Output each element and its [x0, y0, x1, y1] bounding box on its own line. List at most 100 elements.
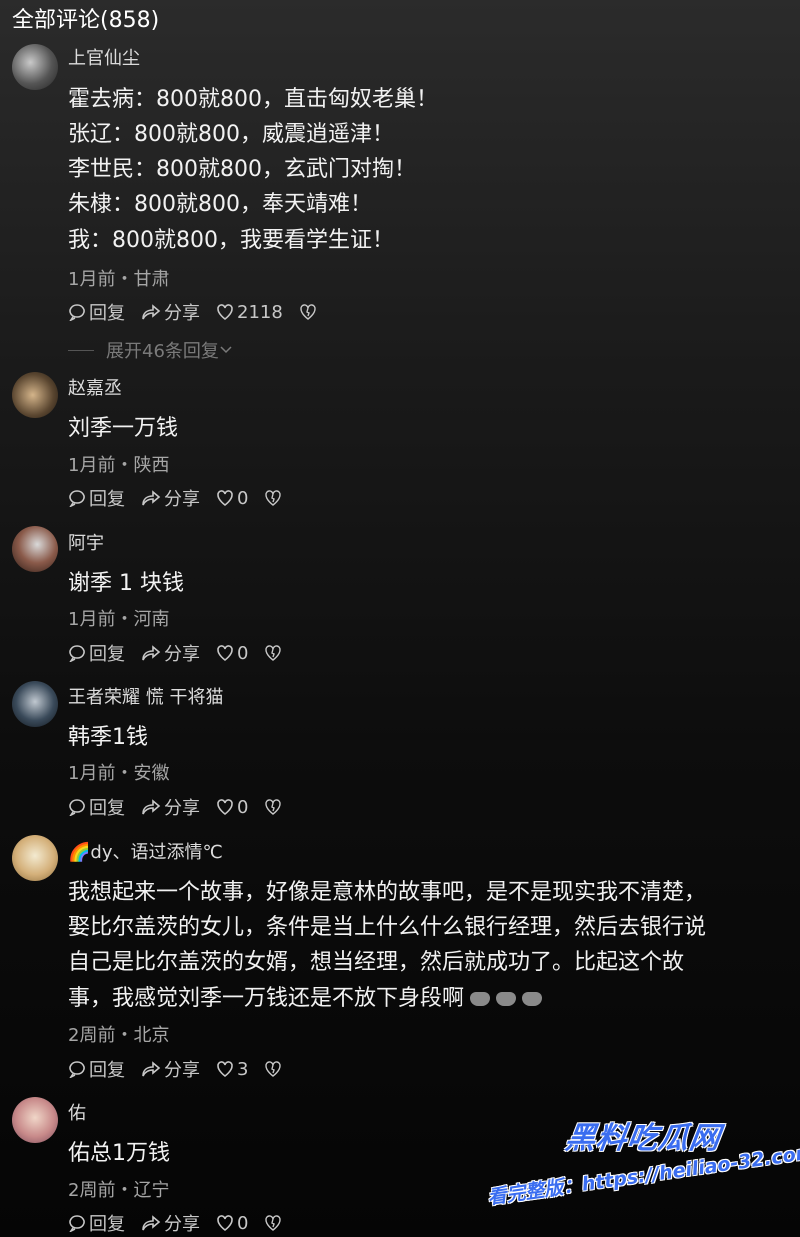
comment-text-segment: 事，我感觉刘季一万钱还是不放下身段啊: [68, 986, 465, 1011]
comment-meta: 2周前・北京: [68, 1025, 170, 1046]
share-label: 分享: [164, 303, 200, 324]
like-count: 0: [237, 796, 249, 818]
comment-text-line: 我想起来一个故事，好像是意林的故事吧，是不是现实我不清楚，: [68, 880, 707, 905]
comment-text-line: 事，我感觉刘季一万钱还是不放下身段啊: [68, 980, 543, 1012]
expand-replies-button[interactable]: 展开46条回复: [68, 337, 233, 363]
reply-button[interactable]: 回复: [68, 794, 125, 820]
avatar[interactable]: [12, 1097, 58, 1143]
comment-bubble-icon: [69, 304, 85, 321]
cat-emoji-icon: [522, 992, 543, 1006]
reply-button[interactable]: 回复: [68, 485, 125, 511]
comment-bubble-icon: [69, 799, 85, 816]
comment-meta: 1月前・河南: [68, 609, 170, 630]
dislike-button[interactable]: [264, 489, 285, 507]
like-button[interactable]: 0: [216, 643, 248, 664]
comment-meta: 1月前・陕西: [68, 455, 170, 476]
reply-button[interactable]: 回复: [68, 640, 125, 666]
comment-author[interactable]: 佑: [68, 1099, 86, 1125]
comment-author[interactable]: 赵嘉丞: [68, 374, 122, 400]
like-button[interactable]: 3: [216, 1059, 248, 1080]
comment-actions: 回复 分享 0: [68, 1210, 301, 1236]
share-label: 分享: [164, 1214, 200, 1235]
avatar[interactable]: [12, 372, 58, 418]
share-label: 分享: [164, 798, 200, 819]
comment-actions: 回复 分享 3: [68, 1056, 301, 1082]
avatar[interactable]: [12, 681, 58, 727]
broken-heart-icon: [265, 490, 282, 506]
comment-text-line: 自己是比尔盖茨的女婿，想当经理，然后就成功了。比起这个故: [68, 950, 685, 975]
comment-author[interactable]: 上官仙尘: [68, 44, 140, 70]
comment-meta: 1月前・甘肃: [68, 269, 170, 290]
reply-label: 回复: [89, 1060, 125, 1081]
share-button[interactable]: 分享: [141, 1210, 200, 1236]
comment-text-line: 谢季 1 块钱: [68, 571, 184, 596]
share-arrow-icon: [142, 1061, 161, 1077]
comment-text-line: 霍去病：800就800，直击匈奴老巢！: [68, 87, 438, 112]
comment-author[interactable]: 王者荣耀 慌 干将猫: [68, 683, 223, 709]
share-button[interactable]: 分享: [141, 1056, 200, 1082]
comment-actions: 回复 分享 0: [68, 640, 301, 666]
comment-text-line: 韩季1钱: [68, 725, 148, 750]
comment-text-line: 朱棣：800就800，奉天靖难！: [68, 192, 372, 217]
heart-icon: [217, 645, 233, 661]
avatar[interactable]: [12, 835, 58, 881]
cat-emoji-icon: [496, 992, 517, 1006]
share-arrow-icon: [142, 645, 161, 661]
heart-icon: [217, 304, 233, 320]
avatar[interactable]: [12, 44, 58, 90]
dislike-button[interactable]: [264, 798, 285, 816]
like-count: 0: [237, 642, 249, 664]
reply-label: 回复: [89, 1214, 125, 1235]
share-arrow-icon: [142, 799, 161, 815]
dislike-button[interactable]: [299, 303, 320, 321]
broken-heart-icon: [265, 645, 282, 661]
reply-button[interactable]: 回复: [68, 1056, 125, 1082]
dislike-button[interactable]: [264, 644, 285, 662]
heart-icon: [217, 490, 233, 506]
cat-emoji-icon: [470, 992, 491, 1006]
watermark-logo: 黑料吃瓜网: [563, 1121, 723, 1156]
comment-meta: 1月前・安徽: [68, 763, 170, 784]
share-label: 分享: [164, 489, 200, 510]
comment-text-line: 佑总1万钱: [68, 1141, 170, 1166]
reply-label: 回复: [89, 303, 125, 324]
share-arrow-icon: [142, 490, 161, 506]
comments-header: 全部评论(858): [12, 8, 160, 33]
like-button[interactable]: 0: [216, 1213, 248, 1234]
dislike-button[interactable]: [264, 1214, 285, 1232]
comment-text-line: 张辽：800就800，威震逍遥津！: [68, 122, 394, 147]
like-button[interactable]: 0: [216, 797, 248, 818]
share-button[interactable]: 分享: [141, 485, 200, 511]
comment-text-line: 娶比尔盖茨的女儿，条件是当上什么什么银行经理，然后去银行说: [68, 915, 707, 940]
broken-heart-icon: [265, 1061, 282, 1077]
reply-button[interactable]: 回复: [68, 1210, 125, 1236]
comment-actions: 回复 分享 2118: [68, 299, 336, 325]
expand-replies-label: 展开46条回复: [106, 341, 219, 362]
comment-author[interactable]: 🌈dy、语过添情℃: [68, 838, 223, 864]
comment-meta: 2周前・辽宁: [68, 1180, 170, 1201]
like-button[interactable]: 2118: [216, 302, 283, 323]
like-button[interactable]: 0: [216, 488, 248, 509]
comment-bubble-icon: [69, 1061, 85, 1078]
avatar[interactable]: [12, 526, 58, 572]
broken-heart-icon: [265, 1215, 282, 1231]
comment-text-line: 刘季一万钱: [68, 416, 179, 441]
reply-button[interactable]: 回复: [68, 299, 125, 325]
comment-text-line: 我：800就800，我要看学生证！: [68, 228, 394, 253]
share-label: 分享: [164, 644, 200, 665]
like-count: 0: [237, 487, 249, 509]
dislike-button[interactable]: [264, 1060, 285, 1078]
chevron-down-icon: [220, 346, 232, 354]
share-button[interactable]: 分享: [141, 299, 200, 325]
comment-author[interactable]: 阿宇: [68, 529, 104, 555]
reply-label: 回复: [89, 644, 125, 665]
comment-bubble-icon: [69, 490, 85, 507]
comment-actions: 回复 分享 0: [68, 485, 301, 511]
like-count: 2118: [237, 301, 283, 323]
comment-actions: 回复 分享 0: [68, 794, 301, 820]
share-button[interactable]: 分享: [141, 794, 200, 820]
broken-heart-icon: [265, 799, 282, 815]
broken-heart-icon: [300, 304, 316, 320]
share-button[interactable]: 分享: [141, 640, 200, 666]
divider: [68, 349, 94, 351]
